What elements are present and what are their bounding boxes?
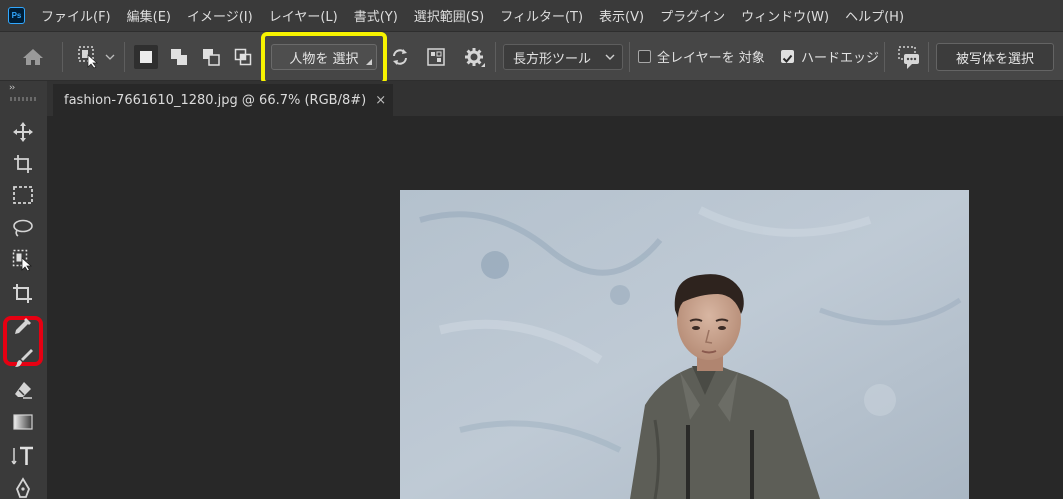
close-icon[interactable]: × — [375, 93, 386, 108]
hard-edge-checkbox[interactable] — [781, 50, 794, 63]
separator — [928, 42, 929, 72]
artboard-icon — [14, 155, 32, 173]
object-finder-button[interactable] — [424, 45, 448, 69]
document-title: fashion-7661610_1280.jpg @ 66.7% (RGB/8#… — [64, 92, 367, 108]
options-bar: 人物を 選択 長方形ツール 全レイヤーを 対象 ハードエッジ 被写体を選択 — [0, 31, 1063, 85]
brush-icon — [15, 349, 33, 367]
eyedropper-icon — [15, 318, 31, 334]
menu-plugins[interactable]: プラグイン — [660, 6, 725, 25]
rectangular-marquee-tool[interactable] — [10, 182, 36, 208]
refresh-button[interactable] — [388, 45, 412, 69]
subtract-selection-icon — [203, 49, 220, 66]
select-object-button[interactable]: 被写体を選択 — [936, 43, 1054, 71]
hard-edge-label: ハードエッジ — [801, 51, 880, 66]
intersect-selection-button[interactable] — [231, 45, 255, 69]
lasso-tool[interactable] — [10, 214, 36, 240]
crop-icon — [13, 284, 32, 303]
menu-edit[interactable]: 編集(E) — [127, 6, 171, 25]
menu-type[interactable]: 書式(Y) — [354, 6, 398, 25]
checkmark-icon — [782, 54, 793, 63]
menu-bar: Ps ファイル(F) 編集(E) イメージ(I) レイヤー(L) 書式(Y) 選… — [0, 0, 1063, 31]
menu-window[interactable]: ウィンドウ(W) — [741, 6, 829, 25]
menu-image[interactable]: イメージ(I) — [187, 6, 253, 25]
sample-all-layers-label: 全レイヤーを 対象 — [657, 51, 765, 66]
separator — [629, 42, 630, 72]
gear-icon — [465, 48, 485, 67]
separator — [62, 42, 63, 72]
photoshop-logo: Ps — [8, 7, 25, 24]
gradient-tool[interactable] — [10, 409, 36, 435]
lasso-icon — [13, 219, 33, 237]
chevron-down-icon — [605, 54, 615, 60]
add-to-selection-button[interactable] — [167, 45, 191, 69]
menu-select[interactable]: 選択範囲(S) — [414, 6, 484, 25]
add-selection-icon — [171, 49, 187, 65]
tool-preset-picker[interactable] — [76, 44, 116, 70]
crop-tool[interactable] — [10, 281, 36, 307]
separator — [495, 42, 496, 72]
new-selection-icon — [140, 51, 152, 63]
type-tool[interactable] — [10, 443, 36, 469]
mode-dropdown-value: 長方形ツール — [513, 51, 592, 67]
artboard-tool[interactable] — [10, 151, 36, 177]
menu-filter[interactable]: フィルター(T) — [500, 6, 583, 25]
speech-bubble-icon — [898, 46, 919, 69]
separator — [884, 42, 885, 72]
menu-view[interactable]: 表示(V) — [599, 6, 644, 25]
subtract-from-selection-button[interactable] — [199, 45, 223, 69]
eyedropper-tool[interactable] — [10, 313, 36, 339]
gradient-icon — [13, 414, 33, 430]
menu-help[interactable]: ヘルプ(H) — [845, 6, 904, 25]
toolbar-grip[interactable] — [10, 97, 36, 101]
object-selection-tool[interactable] — [10, 247, 36, 273]
brush-tool[interactable] — [10, 345, 36, 371]
refresh-icon — [393, 49, 407, 65]
mode-dropdown[interactable]: 長方形ツール — [503, 44, 623, 70]
photo-of-man-in-jacket — [400, 190, 969, 499]
collapse-toolbar-toggle[interactable]: ›› — [9, 83, 15, 93]
document-image[interactable] — [400, 190, 969, 499]
eraser-tool[interactable] — [10, 377, 36, 403]
select-and-mask-button[interactable] — [897, 45, 921, 71]
menu-layer[interactable]: レイヤー(L) — [269, 6, 338, 25]
separator — [124, 42, 125, 72]
new-selection-button[interactable] — [134, 45, 158, 69]
pen-tool[interactable] — [10, 475, 36, 499]
object-finder-icon — [427, 48, 445, 66]
move-tool[interactable] — [10, 119, 36, 145]
object-selection-tool-icon — [78, 46, 98, 69]
marquee-icon — [13, 186, 33, 204]
yellow-highlight-box — [261, 32, 387, 85]
sample-all-layers-checkbox[interactable] — [638, 50, 651, 63]
move-icon — [13, 122, 33, 142]
eraser-icon — [15, 382, 32, 399]
object-selection-icon — [12, 249, 33, 271]
select-object-label: 被写体を選択 — [955, 51, 1034, 67]
pen-icon — [16, 477, 30, 498]
home-icon[interactable] — [22, 48, 44, 66]
chevron-down-icon — [105, 54, 115, 60]
settings-button[interactable] — [462, 45, 488, 71]
tools-panel: ›› — [0, 81, 47, 499]
document-tab[interactable]: fashion-7661610_1280.jpg @ 66.7% (RGB/8#… — [53, 84, 393, 116]
menu-file[interactable]: ファイル(F) — [41, 6, 111, 25]
document-tab-bar: fashion-7661610_1280.jpg @ 66.7% (RGB/8#… — [47, 81, 1063, 116]
intersect-selection-icon — [234, 48, 252, 66]
vertical-type-icon — [11, 446, 33, 465]
